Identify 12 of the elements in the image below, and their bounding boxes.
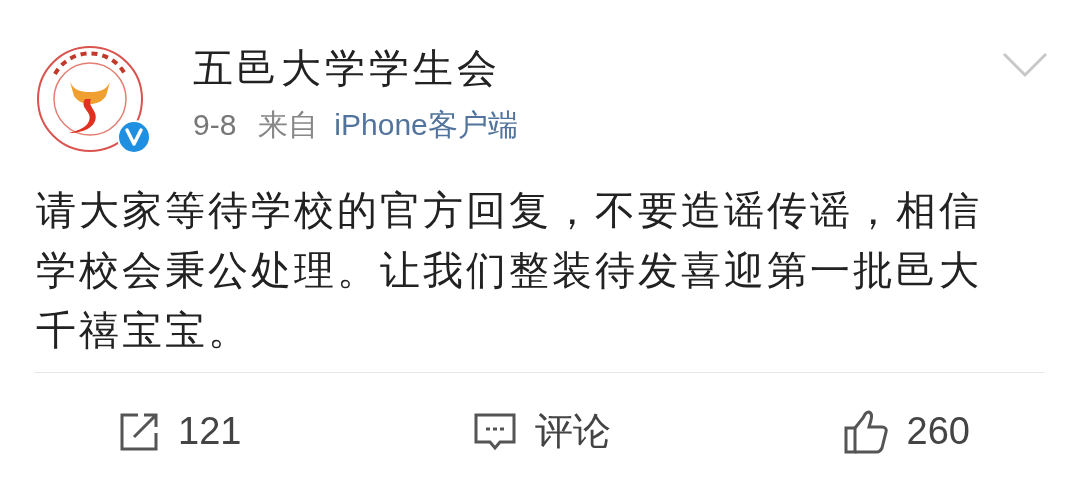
thumbs-up-icon xyxy=(842,409,889,454)
post-date: 9-8 xyxy=(193,107,237,143)
like-button[interactable]: 260 xyxy=(842,403,970,460)
repost-button[interactable]: 121 xyxy=(118,403,242,460)
comment-icon xyxy=(473,411,517,452)
source-link[interactable]: iPhone客户端 xyxy=(334,106,518,144)
author-name[interactable]: 五邑大学学生会 xyxy=(193,44,1002,92)
chevron-down-icon[interactable] xyxy=(1002,52,1048,78)
logo-icon xyxy=(35,44,145,154)
source-prefix: 来自 xyxy=(258,107,319,143)
post-text: 请大家等待学校的官方回复，不要造谣传谣，相信学校会秉公处理。让我们整装待发喜迎第一批邑大千禧宝宝。 xyxy=(36,187,983,354)
comment-button[interactable]: 评论 xyxy=(473,403,611,460)
